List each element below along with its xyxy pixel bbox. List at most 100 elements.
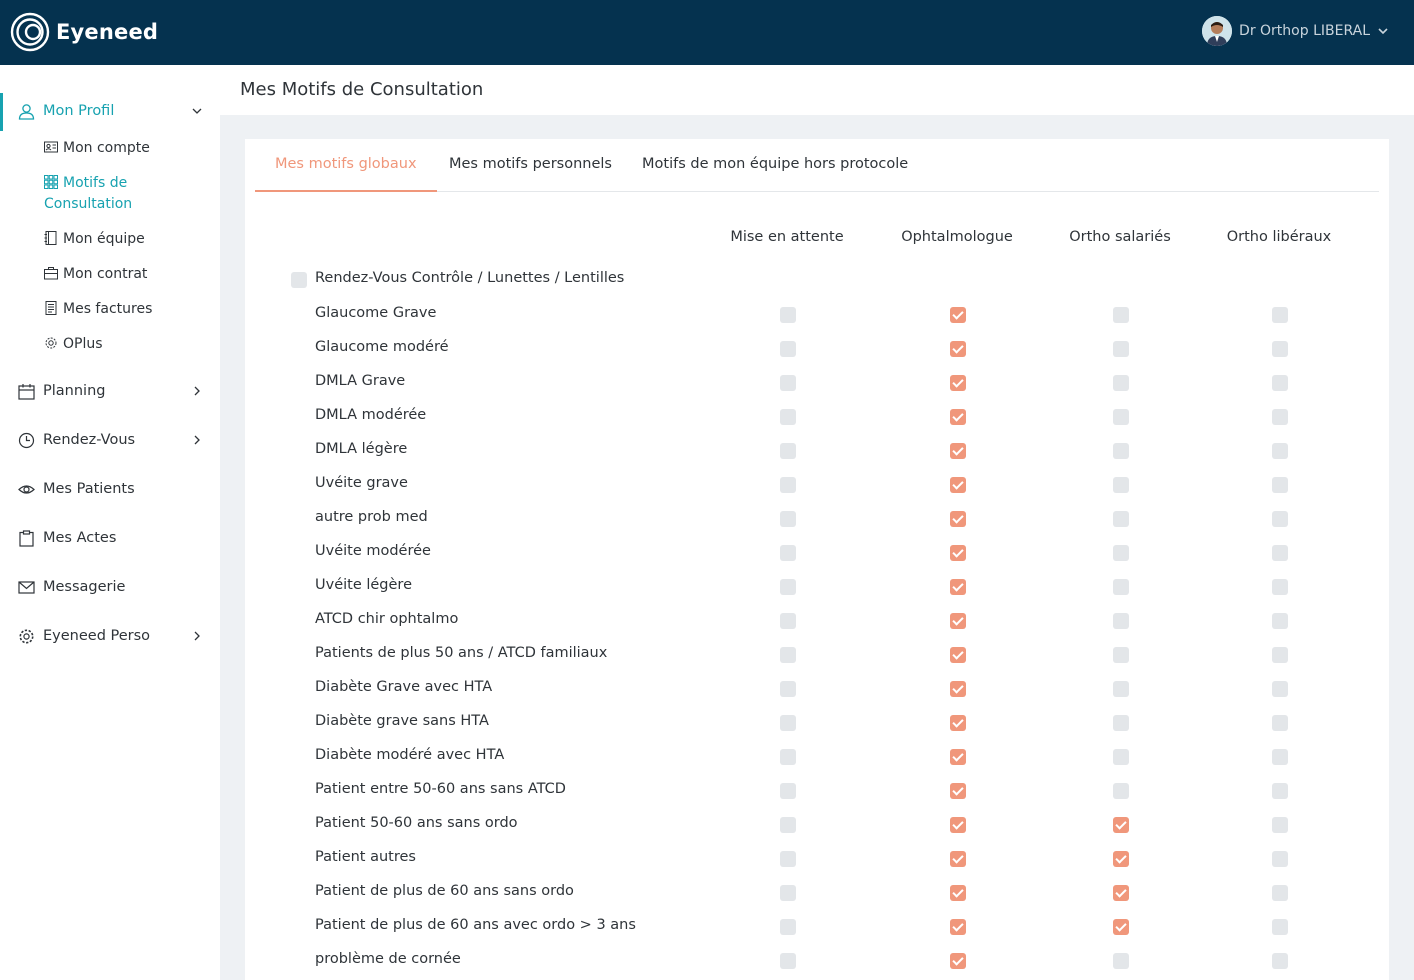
- sidebar-item-messagerie[interactable]: Messagerie: [0, 575, 220, 599]
- motif-checkbox[interactable]: [950, 409, 966, 425]
- motif-checkbox[interactable]: [950, 817, 966, 833]
- sidebar-item-mon-profil[interactable]: Mon Profil: [0, 99, 220, 123]
- motif-checkbox[interactable]: [1113, 851, 1129, 867]
- motif-checkbox[interactable]: [780, 885, 796, 901]
- motif-checkbox[interactable]: [950, 477, 966, 493]
- sidebar-subitem-mes-factures[interactable]: Mes factures: [44, 299, 152, 320]
- motif-checkbox[interactable]: [950, 851, 966, 867]
- motif-checkbox[interactable]: [780, 953, 796, 969]
- motif-checkbox[interactable]: [1272, 647, 1288, 663]
- motif-checkbox[interactable]: [780, 511, 796, 527]
- sidebar-item-rendez-vous[interactable]: Rendez-Vous: [0, 428, 220, 452]
- motif-checkbox[interactable]: [950, 681, 966, 697]
- motif-checkbox[interactable]: [950, 783, 966, 799]
- motif-checkbox[interactable]: [1272, 783, 1288, 799]
- motif-checkbox[interactable]: [1272, 409, 1288, 425]
- motif-checkbox[interactable]: [1272, 613, 1288, 629]
- motif-checkbox[interactable]: [1272, 375, 1288, 391]
- tab-motifs-globaux[interactable]: Mes motifs globaux: [255, 139, 437, 192]
- motif-checkbox[interactable]: [1272, 885, 1288, 901]
- user-menu[interactable]: Dr Orthop LIBERAL: [1202, 16, 1388, 46]
- motif-checkbox[interactable]: [1113, 511, 1129, 527]
- motif-checkbox[interactable]: [1272, 341, 1288, 357]
- motif-checkbox[interactable]: [1113, 375, 1129, 391]
- sidebar-subitem-motifs[interactable]: Motifs de Consultation: [44, 173, 132, 215]
- motif-checkbox[interactable]: [1113, 443, 1129, 459]
- motif-checkbox[interactable]: [950, 953, 966, 969]
- motif-checkbox[interactable]: [950, 443, 966, 459]
- motif-checkbox[interactable]: [1113, 307, 1129, 323]
- motif-checkbox[interactable]: [950, 885, 966, 901]
- motif-checkbox[interactable]: [1113, 681, 1129, 697]
- group-checkbox[interactable]: [291, 272, 307, 288]
- sidebar-subitem-mon-equipe[interactable]: Mon équipe: [44, 229, 145, 250]
- motif-checkbox[interactable]: [780, 681, 796, 697]
- motif-checkbox[interactable]: [950, 511, 966, 527]
- motif-checkbox[interactable]: [1113, 885, 1129, 901]
- motif-checkbox[interactable]: [780, 647, 796, 663]
- motif-checkbox[interactable]: [950, 341, 966, 357]
- motif-checkbox[interactable]: [1272, 579, 1288, 595]
- motif-checkbox[interactable]: [950, 647, 966, 663]
- motif-checkbox[interactable]: [1272, 851, 1288, 867]
- motif-checkbox[interactable]: [1113, 613, 1129, 629]
- motif-checkbox[interactable]: [1113, 647, 1129, 663]
- tab-motifs-equipe[interactable]: Motifs de mon équipe hors protocole: [642, 139, 908, 192]
- motif-checkbox[interactable]: [1113, 409, 1129, 425]
- motif-checkbox[interactable]: [1272, 919, 1288, 935]
- sidebar-item-eyeneed-perso[interactable]: Eyeneed Perso: [0, 624, 220, 648]
- motif-checkbox[interactable]: [950, 375, 966, 391]
- motif-checkbox[interactable]: [1113, 579, 1129, 595]
- sidebar-item-mes-patients[interactable]: Mes Patients: [0, 477, 220, 501]
- sidebar-subitem-mon-compte[interactable]: Mon compte: [44, 138, 150, 159]
- sidebar-subitem-mon-contrat[interactable]: Mon contrat: [44, 264, 147, 285]
- motif-checkbox[interactable]: [1272, 749, 1288, 765]
- motif-checkbox[interactable]: [780, 375, 796, 391]
- motif-checkbox[interactable]: [780, 477, 796, 493]
- table-row: Patient autres: [245, 841, 1389, 875]
- motif-checkbox[interactable]: [780, 783, 796, 799]
- sidebar-item-mes-actes[interactable]: Mes Actes: [0, 526, 220, 550]
- motif-checkbox[interactable]: [780, 307, 796, 323]
- motif-checkbox[interactable]: [1272, 477, 1288, 493]
- motif-checkbox[interactable]: [780, 613, 796, 629]
- motif-checkbox[interactable]: [950, 307, 966, 323]
- motif-checkbox[interactable]: [780, 851, 796, 867]
- motif-checkbox[interactable]: [950, 749, 966, 765]
- motif-checkbox[interactable]: [780, 579, 796, 595]
- motif-checkbox[interactable]: [1272, 545, 1288, 561]
- sidebar-subitem-oplus[interactable]: OPlus: [44, 334, 103, 355]
- motif-checkbox[interactable]: [1272, 681, 1288, 697]
- motif-checkbox[interactable]: [950, 545, 966, 561]
- motif-checkbox[interactable]: [780, 443, 796, 459]
- motif-checkbox[interactable]: [1272, 443, 1288, 459]
- motif-checkbox[interactable]: [1272, 307, 1288, 323]
- motif-checkbox[interactable]: [1113, 783, 1129, 799]
- logo[interactable]: Eyeneed: [10, 12, 158, 52]
- motif-checkbox[interactable]: [1113, 477, 1129, 493]
- motif-checkbox[interactable]: [780, 749, 796, 765]
- motif-checkbox[interactable]: [1113, 919, 1129, 935]
- motif-checkbox[interactable]: [1272, 817, 1288, 833]
- motif-checkbox[interactable]: [780, 341, 796, 357]
- motif-checkbox[interactable]: [1113, 953, 1129, 969]
- motif-checkbox[interactable]: [950, 919, 966, 935]
- motif-checkbox[interactable]: [1113, 545, 1129, 561]
- motif-checkbox[interactable]: [950, 715, 966, 731]
- motif-checkbox[interactable]: [1113, 341, 1129, 357]
- motif-checkbox[interactable]: [950, 613, 966, 629]
- motif-checkbox[interactable]: [1272, 511, 1288, 527]
- sidebar-item-planning[interactable]: Planning: [0, 379, 220, 403]
- motif-checkbox[interactable]: [950, 579, 966, 595]
- motif-checkbox[interactable]: [1113, 715, 1129, 731]
- motif-checkbox[interactable]: [1113, 817, 1129, 833]
- motif-checkbox[interactable]: [1272, 953, 1288, 969]
- motif-checkbox[interactable]: [1272, 715, 1288, 731]
- motif-checkbox[interactable]: [780, 409, 796, 425]
- motif-checkbox[interactable]: [780, 919, 796, 935]
- tab-motifs-personnels[interactable]: Mes motifs personnels: [449, 139, 612, 192]
- motif-checkbox[interactable]: [780, 715, 796, 731]
- motif-checkbox[interactable]: [780, 545, 796, 561]
- motif-checkbox[interactable]: [1113, 749, 1129, 765]
- motif-checkbox[interactable]: [780, 817, 796, 833]
